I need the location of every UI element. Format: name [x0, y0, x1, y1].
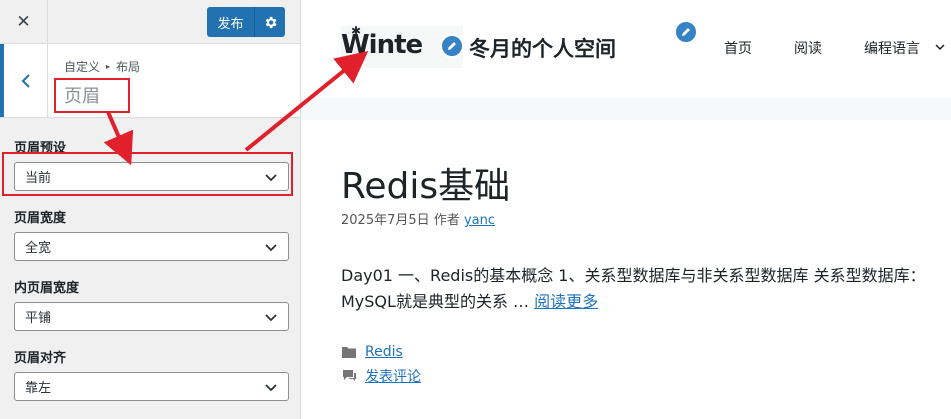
post-excerpt-text: Day01 一、Redis的基本概念 1、关系型数据库与非关系型数据库 关系型数… [341, 266, 926, 311]
chevron-left-icon [21, 73, 30, 88]
header-alignment-value: 靠左 [25, 381, 52, 396]
folder-icon [342, 347, 356, 358]
publish-button[interactable]: 发布 [207, 7, 255, 37]
nav-item-home[interactable]: 首页 [724, 38, 752, 58]
post-author-prefix: 作者 [433, 213, 460, 228]
section-header: 自定义 ▸ 布局 页眉 [0, 44, 300, 118]
breadcrumb-separator-icon: ▸ [106, 62, 111, 71]
breadcrumb-section: 布局 [116, 60, 141, 74]
chevron-down-icon [265, 243, 277, 251]
read-more-link[interactable]: 阅读更多 [534, 292, 598, 311]
annotation-box-title [54, 78, 130, 113]
breadcrumb-root: 自定义 [64, 60, 101, 74]
site-title[interactable]: 冬月的个人空间 [469, 33, 616, 63]
post-author-link[interactable]: yanc [464, 213, 495, 228]
gear-icon [265, 16, 276, 28]
customizer-topbar: ✕ 发布 [0, 0, 300, 44]
header-divider [301, 98, 951, 120]
post-meta: 2025年7月5日 作者 yanc [341, 209, 495, 228]
category-link[interactable]: Redis [365, 344, 403, 360]
site-logo-text: Winte [341, 30, 423, 60]
edit-menu-button[interactable] [674, 20, 698, 44]
header-alignment-select[interactable]: 靠左 [14, 372, 289, 401]
nav-item-programming[interactable]: 编程语言 [864, 38, 920, 58]
inner-header-width-value: 平铺 [25, 311, 52, 326]
header-width-value: 全宽 [25, 241, 52, 256]
header-width-select[interactable]: 全宽 [14, 232, 289, 261]
comment-icon [343, 370, 356, 381]
publish-group: 发布 [207, 7, 285, 37]
breadcrumb: 自定义 ▸ 布局 [64, 58, 140, 75]
header-width-label: 页眉宽度 [14, 211, 67, 226]
back-button[interactable] [0, 44, 48, 117]
chevron-down-icon [265, 383, 277, 391]
edit-logo-button[interactable] [440, 34, 464, 58]
inner-header-width-select[interactable]: 平铺 [14, 302, 289, 331]
site-header: ✱ Winte 冬月的个人空间 首页 阅读 编程语言 [301, 0, 951, 98]
nav-item-reading[interactable]: 阅读 [794, 38, 822, 58]
pencil-icon [448, 42, 456, 50]
chevron-down-icon [265, 313, 277, 321]
post-comment-row: 发表评论 [341, 366, 421, 386]
post-date: 2025年7月5日 [341, 213, 430, 228]
chevron-down-icon [935, 44, 945, 51]
site-preview: ✱ Winte 冬月的个人空间 首页 阅读 编程语言 Redis基础 2025年… [301, 0, 951, 419]
post-excerpt: Day01 一、Redis的基本概念 1、关系型数据库与非关系型数据库 关系型数… [341, 263, 941, 315]
post-title[interactable]: Redis基础 [341, 157, 510, 209]
customizer-sidebar: ✕ 发布 自定义 ▸ 布局 页眉 页眉预设 当前 页眉宽度 全宽 内页眉宽度 平… [0, 0, 301, 419]
close-customizer-button[interactable]: ✕ [0, 0, 48, 43]
inner-header-width-label: 内页眉宽度 [14, 281, 80, 296]
post-category-row: Redis [341, 344, 403, 360]
header-alignment-label: 页眉对齐 [14, 351, 67, 366]
pencil-icon [682, 28, 690, 36]
annotation-box-preset [2, 152, 293, 196]
comment-link[interactable]: 发表评论 [365, 366, 421, 386]
publish-settings-button[interactable] [255, 7, 285, 37]
